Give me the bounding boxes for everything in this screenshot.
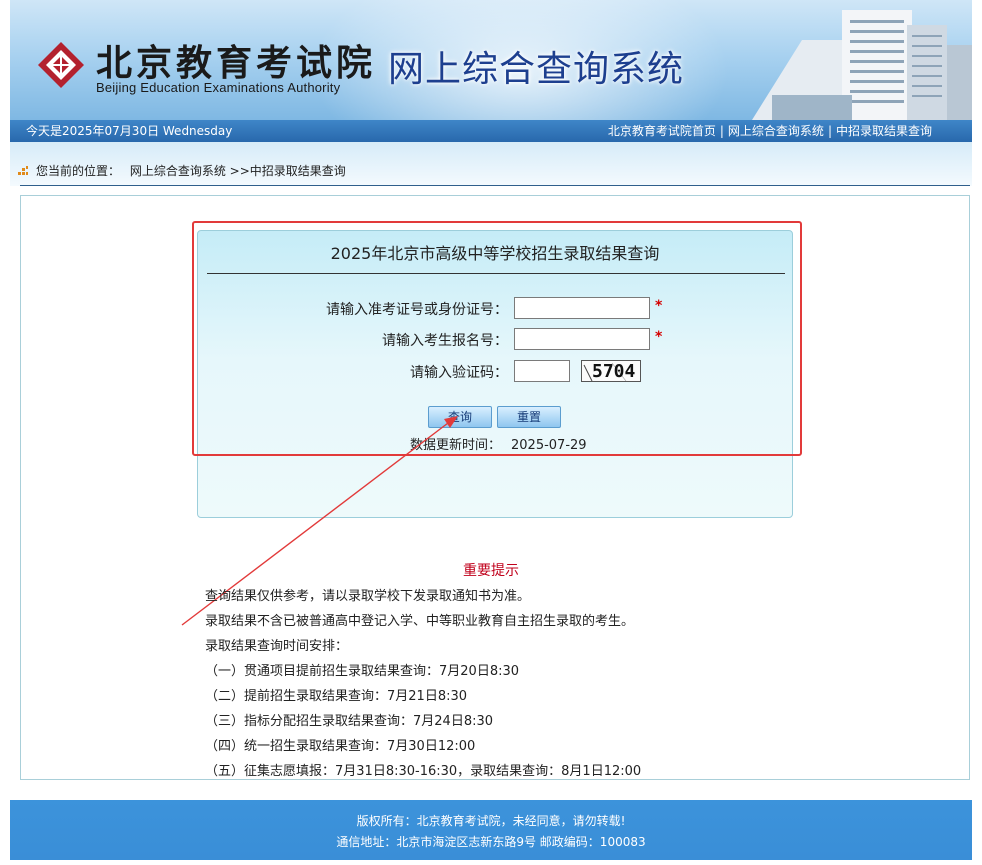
current-date: 今天是2025年07月30日 Wednesday (26, 124, 233, 138)
nav-separator: | (719, 124, 724, 138)
data-update-time: 数据更新时间： 2025-07-29 (410, 434, 587, 453)
query-title: 2025年北京市高级中等学校招生录取结果查询 (330, 244, 660, 263)
footer-copyright: 版权所有：北京教育考试院，未经同意，请勿转载! (356, 814, 626, 828)
query-title-divider (207, 273, 785, 274)
top-nav-links: 北京教育考试院首页 | 网上综合查询系统 | 中招录取结果查询 (608, 120, 932, 142)
org-name-en: Beijing Education Examinations Authority (96, 80, 341, 95)
footer: 版权所有：北京教育考试院，未经同意，请勿转载! 通信地址：北京市海淀区志新东路9… (10, 800, 972, 860)
registration-number-label: 请输入考生报名号： (382, 333, 508, 349)
system-title: 网上综合查询系统 (388, 49, 685, 90)
notice-title: 重要提示 (463, 563, 519, 579)
required-mark: * (655, 298, 663, 314)
breadcrumb-prefix: 您当前的位置： (36, 164, 121, 178)
nav-link-zhongzhao-result[interactable]: 中招录取结果查询 (836, 124, 932, 138)
top-navbar: 今天是2025年07月30日 Wednesday 北京教育考试院首页 | 网上综合查… (10, 120, 972, 142)
notice-line: 录取结果查询时间安排： (205, 639, 349, 654)
captcha-label: 请输入验证码： (410, 365, 508, 381)
nav-link-query-system[interactable]: 网上综合查询系统 (728, 124, 824, 138)
breadcrumb: 您当前的位置： 网上综合查询系统 >>中招录取结果查询 (18, 163, 346, 179)
captcha-input[interactable] (514, 360, 570, 382)
required-mark: * (655, 329, 663, 345)
notice-line: （四）统一招生录取结果查询：7月30日12:00 (205, 739, 476, 754)
footer-address: 通信地址：北京市海淀区志新东路9号 邮政编码：100083 (336, 835, 646, 849)
org-name-cn: 北京教育考试院 (96, 42, 377, 84)
bjeea-logo-icon (38, 42, 84, 88)
captcha-text: 5704 (592, 361, 636, 382)
breadcrumb-divider (20, 185, 970, 186)
nav-separator: | (827, 124, 832, 138)
notice-line: 录取结果不含已被普通高中登记入学、中等职业教育自主招生录取的考生。 (205, 614, 635, 629)
update-time-label: 数据更新时间： (410, 438, 502, 453)
notice-line: （五）征集志愿填报：7月31日8:30-16:30，录取结果查询：8月1日12:… (205, 764, 642, 779)
notice-line: （三）指标分配招生录取结果查询：7月24日8:30 (205, 714, 494, 729)
id-number-label: 请输入准考证号或身份证号： (326, 302, 508, 318)
id-number-input[interactable] (514, 297, 650, 319)
reset-button[interactable]: 重置 (497, 406, 561, 428)
update-time-value: 2025-07-29 (511, 438, 587, 453)
breadcrumb-path[interactable]: 网上综合查询系统 >>中招录取结果查询 (130, 164, 346, 178)
registration-number-input[interactable] (514, 328, 650, 350)
header-banner: 北京教育考试院 Beijing Education Examinations A… (10, 0, 972, 120)
captcha-image[interactable]: 5704 (581, 360, 641, 382)
nav-link-home[interactable]: 北京教育考试院首页 (608, 124, 716, 138)
notice-line: 查询结果仅供参考，请以录取学校下发录取通知书为准。 (205, 589, 531, 604)
location-grid-icon (18, 166, 28, 175)
building-illustration (752, 10, 972, 120)
notice-line: （二）提前招生录取结果查询：7月21日8:30 (205, 689, 468, 704)
notice-line: （一）贯通项目提前招生录取结果查询：7月20日8:30 (205, 664, 520, 679)
query-button[interactable]: 查询 (428, 406, 492, 428)
